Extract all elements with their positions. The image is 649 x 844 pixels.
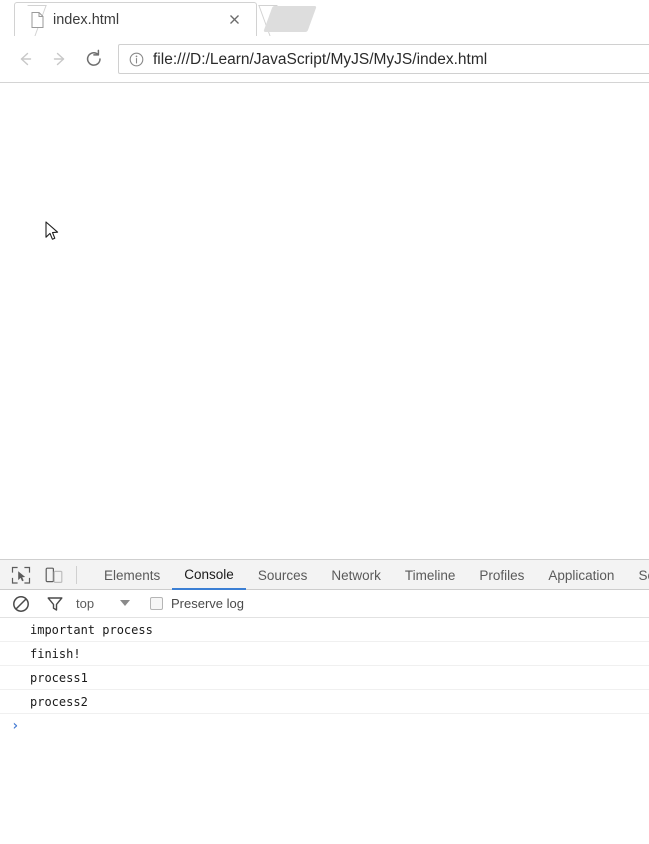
console-message-list: important process finish! process1 proce… xyxy=(0,618,649,844)
page-icon xyxy=(31,12,44,28)
arrow-left-icon[interactable] xyxy=(13,47,37,71)
mouse-pointer-icon xyxy=(45,221,61,243)
devtools-tab-console[interactable]: Console xyxy=(172,560,246,590)
preserve-log-label[interactable]: Preserve log xyxy=(171,594,244,614)
devtools-tab-list: Elements Console Sources Network Timelin… xyxy=(92,560,649,590)
chevron-down-icon[interactable] xyxy=(120,600,130,606)
console-message-text: finish! xyxy=(30,646,81,661)
console-message-row: process1 xyxy=(0,666,649,690)
console-prompt-caret-icon: › xyxy=(11,718,20,734)
page-viewport xyxy=(0,83,649,559)
devtools-tab-application[interactable]: Application xyxy=(536,560,626,590)
console-filter-toolbar: top Preserve log xyxy=(0,590,649,618)
devtools-tab-network[interactable]: Network xyxy=(319,560,393,590)
devtools-tab-elements[interactable]: Elements xyxy=(92,560,172,590)
devtools-panel: Elements Console Sources Network Timelin… xyxy=(0,559,649,844)
tab-strip: index.html xyxy=(0,0,649,40)
close-icon[interactable] xyxy=(227,12,242,27)
browser-chrome: index.html file:///D:/Learn/JavaScript/M… xyxy=(0,0,649,83)
devtools-tab-timeline[interactable]: Timeline xyxy=(393,560,468,590)
console-message-text: important process xyxy=(30,622,153,637)
arrow-right-icon[interactable] xyxy=(48,47,72,71)
info-circle-icon[interactable] xyxy=(129,52,144,67)
console-message-row: important process xyxy=(0,618,649,642)
device-toolbar-icon[interactable] xyxy=(44,566,64,585)
reload-icon[interactable] xyxy=(82,47,106,71)
devtools-tab-security[interactable]: Se xyxy=(626,560,649,590)
toolbar-divider xyxy=(76,566,77,584)
browser-tab-index-html[interactable]: index.html xyxy=(14,2,290,40)
inspect-element-icon[interactable] xyxy=(11,566,31,585)
preserve-log-checkbox[interactable] xyxy=(150,597,163,610)
browser-tab-title: index.html xyxy=(53,12,120,28)
devtools-tabbar: Elements Console Sources Network Timelin… xyxy=(0,560,649,590)
console-prompt-row[interactable]: › xyxy=(0,714,649,738)
console-message-row: process2 xyxy=(0,690,649,714)
console-message-text: process1 xyxy=(30,670,88,685)
filter-funnel-icon[interactable] xyxy=(46,595,64,613)
console-context-selector[interactable]: top xyxy=(76,594,94,614)
navigation-toolbar: file:///D:/Learn/JavaScript/MyJS/MyJS/in… xyxy=(0,36,649,83)
address-bar[interactable]: file:///D:/Learn/JavaScript/MyJS/MyJS/in… xyxy=(118,44,649,74)
clear-console-icon[interactable] xyxy=(12,595,30,613)
console-prompt-input[interactable] xyxy=(19,714,649,738)
address-bar-url: file:///D:/Learn/JavaScript/MyJS/MyJS/in… xyxy=(153,51,488,68)
console-message-row: finish! xyxy=(0,642,649,666)
browser-tab-inactive-stub[interactable] xyxy=(263,6,317,32)
devtools-tab-profiles[interactable]: Profiles xyxy=(467,560,536,590)
console-message-text: process2 xyxy=(30,694,88,709)
devtools-tab-sources[interactable]: Sources xyxy=(246,560,320,590)
